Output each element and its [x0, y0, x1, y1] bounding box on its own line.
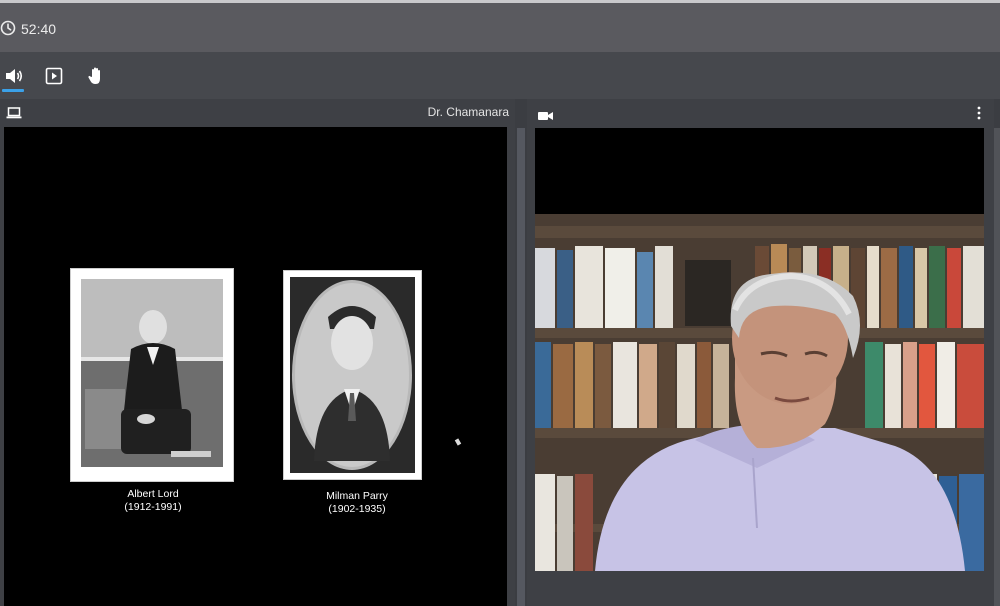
more-vertical-icon[interactable] [976, 106, 982, 125]
milman-parry-years: (1902-1935) [328, 503, 386, 515]
panel-divider[interactable] [517, 128, 525, 606]
video-camera-icon [538, 108, 554, 126]
raise-hand-icon[interactable] [84, 64, 108, 88]
camera-header [527, 99, 994, 127]
milman-parry-caption: Milman Parry (1902-1935) [297, 490, 417, 516]
participant-video[interactable] [535, 128, 984, 571]
presenter-name: Dr. Chamanara [427, 105, 509, 119]
video-frame [535, 214, 984, 571]
session-timer: 52:40 [0, 19, 56, 39]
media-toolbar [0, 52, 1000, 99]
albert-lord-name: Albert Lord [127, 488, 179, 500]
window-edge [994, 128, 1000, 606]
session-header: 52:40 [0, 0, 1000, 52]
screen-share-panel: Dr. Chamanara Albert Lord (1912-1991) Mi… [0, 99, 515, 606]
mouse-cursor [454, 438, 462, 446]
speaker-icon[interactable] [2, 64, 26, 92]
laptop-icon [6, 106, 22, 124]
albert-lord-photo [71, 269, 233, 481]
milman-parry-photo [284, 271, 421, 479]
clock-icon [0, 20, 16, 39]
shared-slide[interactable]: Albert Lord (1912-1991) Milman Parry (19… [4, 127, 507, 606]
play-icon[interactable] [42, 64, 66, 88]
albert-lord-years: (1912-1991) [124, 501, 182, 513]
albert-lord-caption: Albert Lord (1912-1991) [93, 488, 213, 514]
elapsed-time: 52:40 [21, 21, 57, 37]
screen-share-header: Dr. Chamanara [0, 99, 515, 127]
milman-parry-name: Milman Parry [326, 490, 388, 502]
